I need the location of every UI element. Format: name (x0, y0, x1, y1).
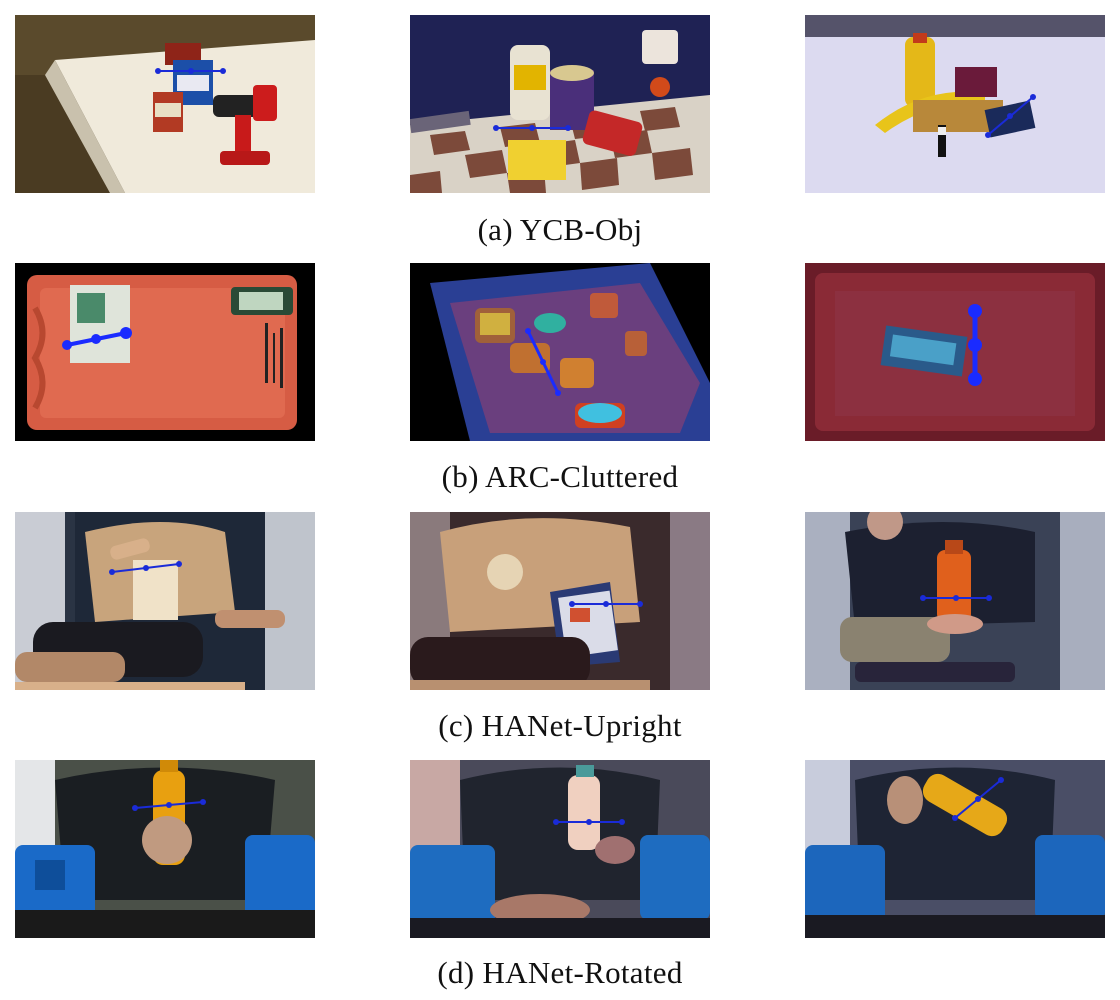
caption-hanet-rotated: (d) HANet-Rotated (437, 955, 683, 990)
hanet-rotated-image-2 (410, 760, 710, 938)
caption-hanet-upright: (c) HANet-Upright (438, 708, 682, 743)
caption-ycb-obj: (a) YCB-Obj (477, 212, 643, 247)
ycb-obj-image-1 (15, 15, 315, 193)
caption-arc-cluttered: (b) ARC-Cluttered (441, 459, 679, 494)
arc-cluttered-image-3 (805, 263, 1105, 441)
hanet-rotated-image-3 (805, 760, 1105, 938)
ycb-obj-image-3 (805, 15, 1105, 193)
arc-cluttered-image-2 (410, 263, 710, 441)
hanet-upright-image-3 (805, 512, 1105, 690)
hanet-upright-image-2 (410, 512, 710, 690)
arc-cluttered-image-1 (15, 263, 315, 441)
ycb-obj-image-2 (410, 15, 710, 193)
hanet-upright-image-1 (15, 512, 315, 690)
hanet-rotated-image-1 (15, 760, 315, 938)
